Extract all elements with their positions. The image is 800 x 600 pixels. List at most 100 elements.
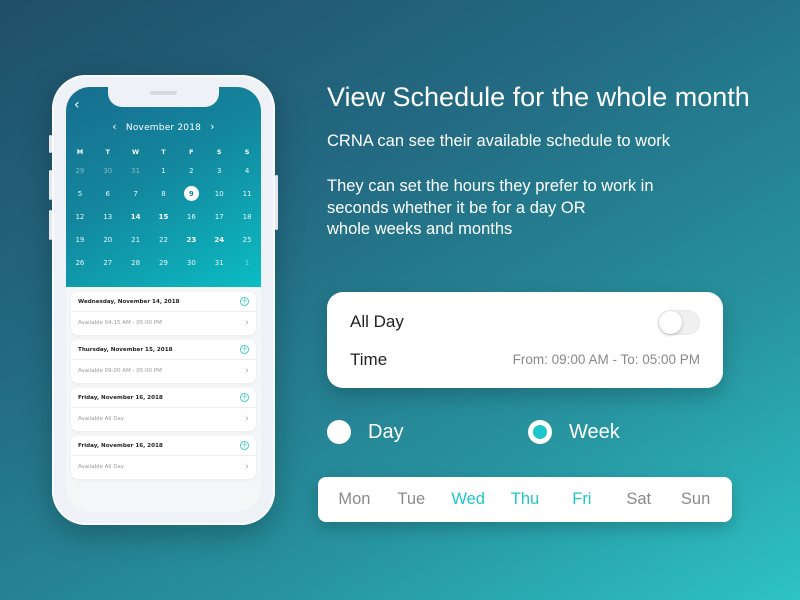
calendar-day-number: 30 <box>186 258 196 267</box>
chevron-right-icon[interactable]: › <box>245 414 249 424</box>
weekday-option-tue[interactable]: Tue <box>383 490 440 509</box>
calendar-day[interactable]: 16 <box>177 205 205 228</box>
schedule-date: Thursday, November 15, 2018 <box>78 346 173 353</box>
page-subtitle: CRNA can see their available schedule to… <box>327 132 671 150</box>
calendar-day[interactable]: 20 <box>94 228 122 251</box>
calendar-day-number: 27 <box>103 258 113 267</box>
calendar-day[interactable]: 30 <box>177 251 205 274</box>
calendar: ‹ ‹ November 2018 › M T W T F S S 29 30 31 1 2 3 4 5 6 7… <box>66 87 261 287</box>
schedule-availability-row[interactable]: Available 09:00 AM - 05:00 PM › <box>71 360 256 382</box>
chevron-right-icon[interactable]: › <box>210 120 215 133</box>
add-circle-icon[interactable]: + <box>240 345 249 354</box>
schedule-card-header: Wednesday, November 14, 2018 + <box>71 292 256 312</box>
calendar-grid: M T W T F S S 29 30 31 1 2 3 4 5 6 7 8 9 10 11 12 13 14 15 16 17 18… <box>66 144 261 274</box>
month-navigator: ‹ November 2018 › <box>66 120 261 133</box>
calendar-day[interactable]: 14 <box>122 205 150 228</box>
description-line: whole weeks and months <box>327 220 513 238</box>
calendar-day-number: 19 <box>75 235 85 244</box>
radio-button[interactable] <box>528 420 552 444</box>
calendar-day[interactable]: 2 <box>177 159 205 182</box>
calendar-day[interactable]: 5 <box>66 182 94 205</box>
calendar-day[interactable]: 10 <box>205 182 233 205</box>
radio-label: Day <box>368 420 404 443</box>
calendar-day[interactable]: 28 <box>122 251 150 274</box>
calendar-day[interactable]: 1 <box>233 251 261 274</box>
calendar-day[interactable]: 31 <box>205 251 233 274</box>
weekday-option-sat[interactable]: Sat <box>610 490 667 509</box>
calendar-day-number: 22 <box>159 235 168 244</box>
calendar-day[interactable]: 8 <box>150 182 178 205</box>
calendar-day[interactable]: 18 <box>233 205 261 228</box>
calendar-day[interactable]: 19 <box>66 228 94 251</box>
weekday-picker: Mon Tue Wed Thu Fri Sat Sun <box>318 477 732 522</box>
weekday-option-thu[interactable]: Thu <box>497 490 554 509</box>
calendar-day[interactable]: 3 <box>205 159 233 182</box>
calendar-day-number: 13 <box>103 212 113 221</box>
calendar-day[interactable]: 21 <box>122 228 150 251</box>
radio-selected-dot <box>533 425 547 439</box>
chevron-right-icon[interactable]: › <box>245 366 249 376</box>
weekday-option-sun[interactable]: Sun <box>667 490 724 509</box>
calendar-day[interactable]: 6 <box>94 182 122 205</box>
schedule-availability-row[interactable]: Available All Day › <box>71 408 256 430</box>
calendar-day[interactable]: 24 <box>205 228 233 251</box>
calendar-day-number: 3 <box>216 166 222 175</box>
schedule-card: Friday, November 16, 2018 + Available Al… <box>71 388 256 431</box>
calendar-day[interactable]: 13 <box>94 205 122 228</box>
radio-day[interactable]: Day <box>327 420 404 444</box>
calendar-day[interactable]: 17 <box>205 205 233 228</box>
calendar-day-number: 31 <box>131 166 141 175</box>
calendar-day[interactable]: 7 <box>122 182 150 205</box>
all-day-label: All Day <box>350 312 404 331</box>
calendar-day[interactable]: 31 <box>122 159 150 182</box>
calendar-day[interactable]: 12 <box>66 205 94 228</box>
calendar-day-number: 17 <box>214 212 224 221</box>
weekday-header: S <box>244 147 250 156</box>
calendar-day[interactable]: 25 <box>233 228 261 251</box>
calendar-day-selected[interactable]: 9 <box>177 182 205 205</box>
calendar-day[interactable]: 29 <box>150 251 178 274</box>
chevron-right-icon[interactable]: › <box>245 318 249 328</box>
calendar-day[interactable]: 26 <box>66 251 94 274</box>
time-range-value[interactable]: From: 09:00 AM - To: 05:00 PM <box>513 352 700 367</box>
phone-volume-up <box>49 170 52 200</box>
radio-week[interactable]: Week <box>528 420 620 444</box>
calendar-day-number: 28 <box>131 258 141 267</box>
calendar-day[interactable]: 4 <box>233 159 261 182</box>
calendar-day[interactable]: 11 <box>233 182 261 205</box>
calendar-day-number: 29 <box>75 166 85 175</box>
schedule-availability-row[interactable]: Available 04:15 AM - 05:00 PM › <box>71 312 256 334</box>
calendar-day-number: 14 <box>130 212 141 221</box>
calendar-day-number: 21 <box>131 235 141 244</box>
schedule-availability-row[interactable]: Available All Day › <box>71 456 256 478</box>
calendar-day-number: 24 <box>214 235 225 244</box>
calendar-day[interactable]: 22 <box>150 228 178 251</box>
chevron-right-icon[interactable]: › <box>245 462 249 472</box>
add-circle-icon[interactable]: + <box>240 441 249 450</box>
calendar-day[interactable]: 30 <box>94 159 122 182</box>
phone-mockup: ‹ ‹ November 2018 › M T W T F S S 29 30 31 1 2 3 4 5 6 7… <box>49 75 278 525</box>
calendar-day-number: 25 <box>242 235 252 244</box>
calendar-day-number: 26 <box>75 258 85 267</box>
weekday-option-mon[interactable]: Mon <box>326 490 383 509</box>
calendar-day[interactable]: 23 <box>177 228 205 251</box>
weekday-option-wed[interactable]: Wed <box>440 490 497 509</box>
calendar-day[interactable]: 27 <box>94 251 122 274</box>
phone-screen: ‹ ‹ November 2018 › M T W T F S S 29 30 31 1 2 3 4 5 6 7… <box>66 87 261 512</box>
chevron-left-icon[interactable]: ‹ <box>74 97 80 113</box>
add-circle-icon[interactable]: + <box>240 393 249 402</box>
phone-speaker <box>150 91 177 95</box>
calendar-day[interactable]: 29 <box>66 159 94 182</box>
calendar-day-number: 5 <box>77 189 83 198</box>
add-circle-icon[interactable]: + <box>240 297 249 306</box>
weekday-header: T <box>105 147 110 156</box>
all-day-toggle[interactable] <box>658 310 700 335</box>
schedule-card: Wednesday, November 14, 2018 + Available… <box>71 292 256 335</box>
calendar-day[interactable]: 15 <box>150 205 178 228</box>
weekday-option-fri[interactable]: Fri <box>553 490 610 509</box>
phone-notch <box>108 87 219 107</box>
calendar-day[interactable]: 1 <box>150 159 178 182</box>
schedule-date: Wednesday, November 14, 2018 <box>78 298 180 305</box>
radio-button[interactable] <box>327 420 351 444</box>
chevron-left-icon[interactable]: ‹ <box>112 120 117 133</box>
